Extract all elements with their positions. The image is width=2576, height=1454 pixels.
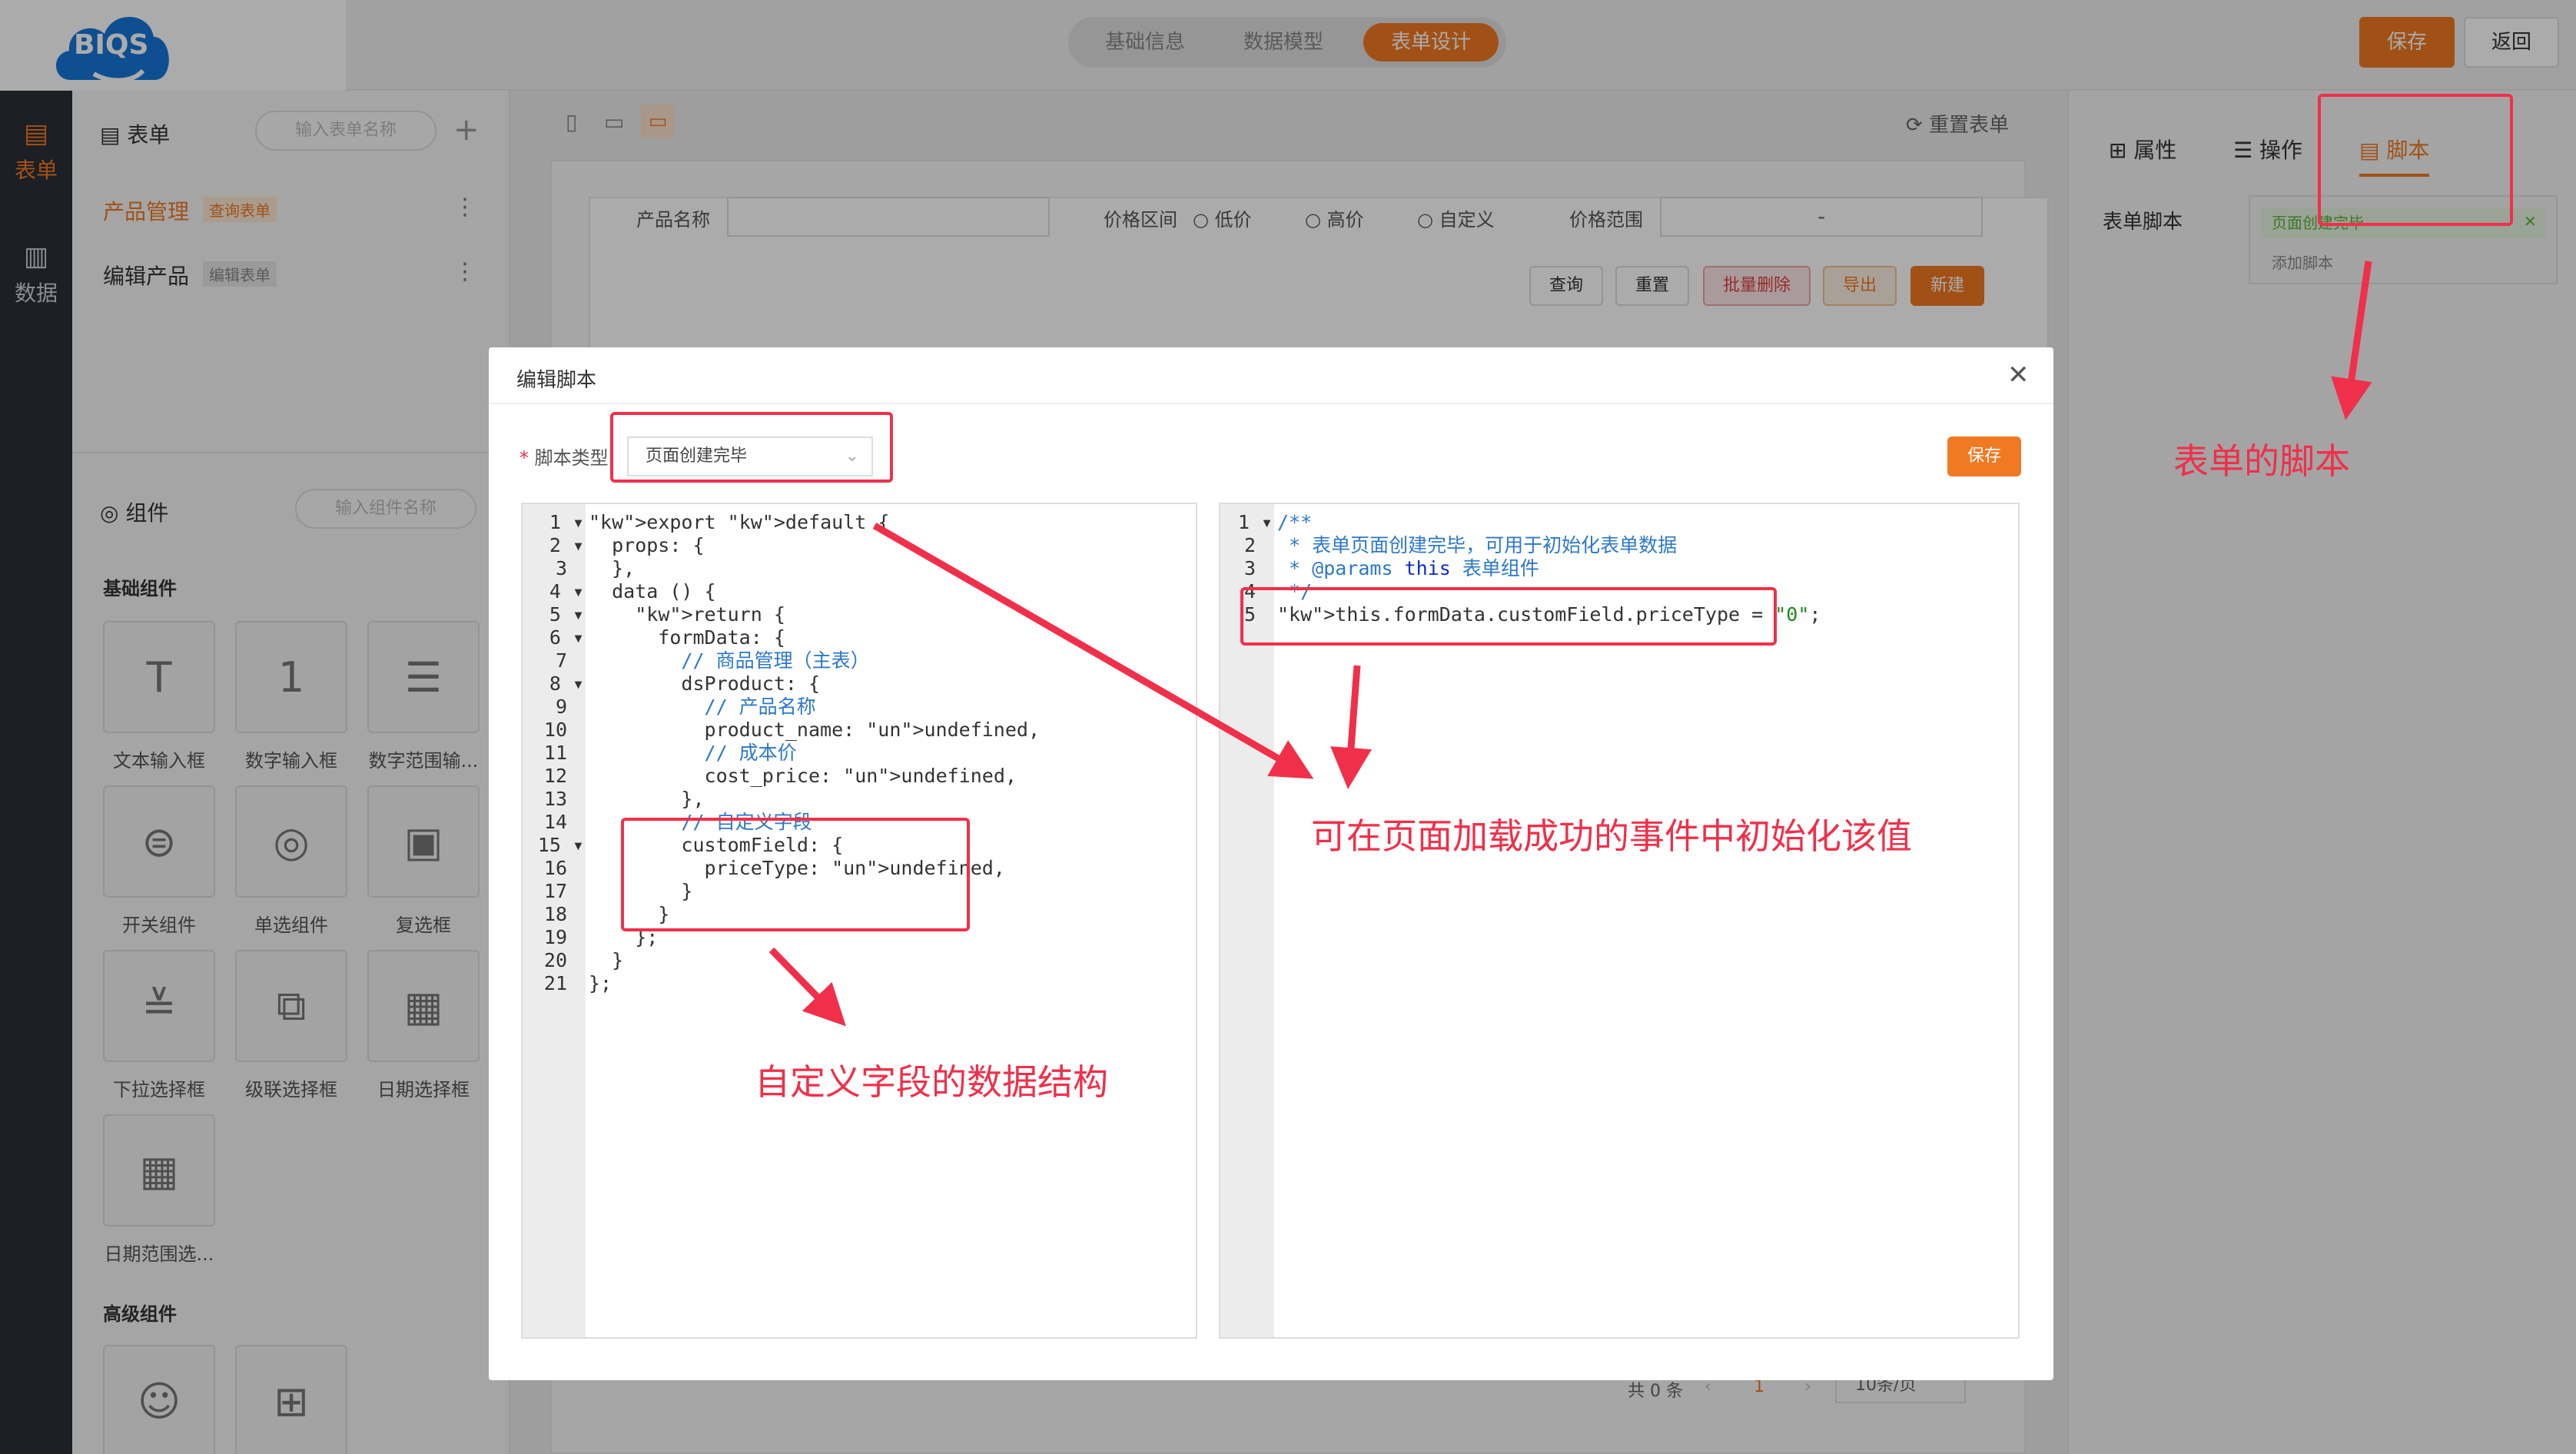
arrow-to-script-label bbox=[2331, 261, 2372, 420]
annotation-init-value: 可在页面加载成功的事件中初始化该值 bbox=[1311, 815, 1912, 857]
arrow-to-init-label bbox=[872, 523, 1314, 779]
annotation-form-script: 表单的脚本 bbox=[2173, 440, 2350, 482]
annotation-arrows bbox=[768, 261, 2372, 1027]
arrow-to-structure-label bbox=[768, 947, 846, 1027]
arrow-from-init-line bbox=[1330, 665, 1372, 789]
annotation-structure: 自定义字段的数据结构 bbox=[755, 1061, 1108, 1103]
